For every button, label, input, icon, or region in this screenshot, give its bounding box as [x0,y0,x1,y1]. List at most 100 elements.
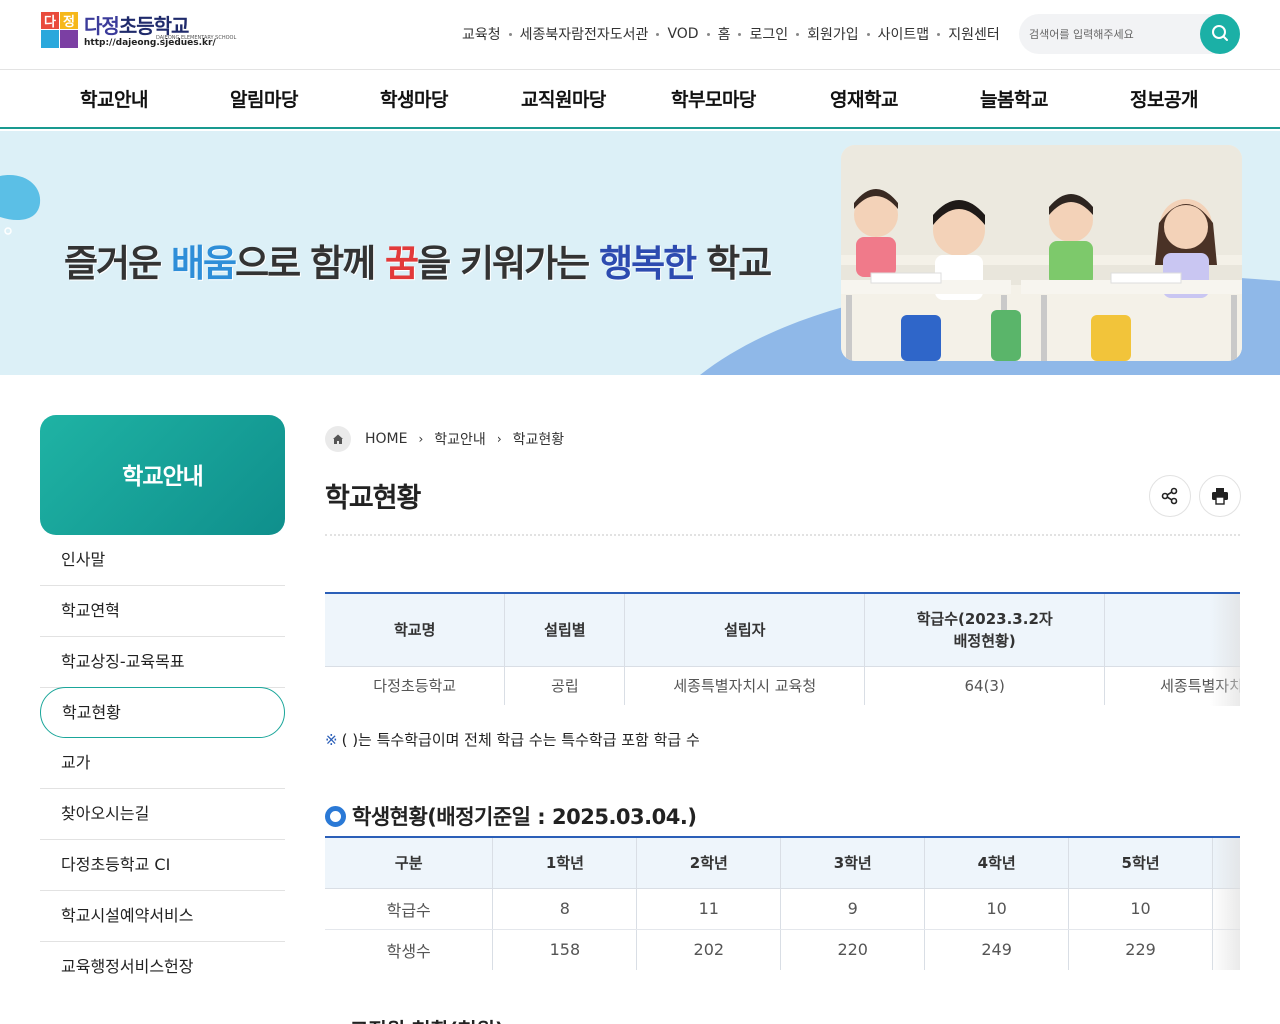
breadcrumb: HOME › 학교안내 › 학교현황 [325,426,564,452]
side-item-school-song[interactable]: 교가 [40,738,285,789]
separator-dot [706,32,710,36]
home-icon[interactable] [325,426,351,452]
utility-menu: 교육청 세종북자람전자도서관 VOD 홈 로그인 회원가입 사이트맵 지원센터 [462,24,1000,44]
title-divider [325,534,1240,536]
table-row: 다정초등학교 공립 세종특별자치시 교육청 64(3) 세종특별자치 [325,666,1240,705]
nav-school-info[interactable]: 학교안내 [80,85,148,112]
table-cell: 229 [1068,929,1214,970]
nav-students[interactable]: 학생마당 [380,85,448,112]
logo-url: http://dajeong.sjedues.kr/ [84,38,216,48]
table-cell: 11 [636,888,782,930]
table-cell: 8 [492,888,638,930]
note-text: ( )는 특수학급이며 전체 학급 수는 특수학급 포함 학급 수 [341,731,700,749]
table-note: ※( )는 특수학급이며 전체 학급 수는 특수학급 포함 학급 수 [325,729,700,750]
util-link-signup[interactable]: 회원가입 [807,24,859,44]
side-nav-list: 인사말 학교연혁 학교상징-교육목표 학교현황 교가 찾아오시는길 다정초등학교… [40,535,285,993]
share-button[interactable] [1149,475,1191,517]
nav-neulbom-school[interactable]: 늘봄학교 [980,85,1048,112]
search-box [1019,14,1240,54]
util-link-office[interactable]: 교육청 [462,24,501,44]
breadcrumb-home[interactable]: HOME [365,431,407,447]
share-icon [1161,487,1178,505]
school-info-table: 학교명 설립별 설립자 학급수(2023.3.2자 배정현황) 다정초등학교 공… [325,592,1240,706]
table-header: 2학년 [636,838,782,889]
table-cell: 158 [492,929,638,970]
school-logo[interactable]: 다 정 다정초등학교 DAJEONG ELEMENTARY SCHOOL htt… [40,10,236,52]
hero-banner: 즐거운 배움으로 함께 꿈을 키워가는 행복한 학교 [0,131,1280,375]
util-link-support[interactable]: 지원센터 [948,24,1000,44]
table-cell: 64(3) [864,666,1106,705]
table-cell: 다정초등학교 [325,666,506,705]
side-item-service-charter[interactable]: 교육행정서비스헌장 [40,942,285,993]
side-nav-title: 학교안내 [122,464,204,490]
table-cell: 202 [636,929,782,970]
table-cell: 220 [780,929,926,970]
hero-slogan: 즐거운 배움으로 함께 꿈을 키워가는 행복한 학교 [64,242,772,285]
print-button[interactable] [1199,475,1241,517]
search-input[interactable] [1029,24,1199,44]
table-cell: 10 [924,888,1070,930]
search-icon [1212,25,1228,41]
svg-text:다: 다 [44,14,56,30]
separator-dot [937,32,941,36]
students-section-title: 학생현황(배정기준일 : 2025.03.04.) [325,803,697,829]
students-table: 구분 1학년 2학년 3학년 4학년 5학년 학급수 8 11 9 10 10 … [325,836,1240,970]
table-cell: 학생수 [325,929,494,970]
table-cell: 세종특별자치시 교육청 [624,666,866,705]
nav-public-info[interactable]: 정보공개 [1130,85,1198,112]
table-header: 3학년 [780,838,926,889]
nav-notices[interactable]: 알림마당 [230,85,298,112]
util-link-ebook-library[interactable]: 세종북자람전자도서관 [520,24,649,44]
separator-dot [866,32,870,36]
table-header: 학교명 [325,594,506,667]
scroll-fade-indicator[interactable] [1210,838,1240,970]
side-item-school-status[interactable]: 학교현황 [40,687,285,738]
util-link-login[interactable]: 로그인 [749,24,788,44]
table-header: 1학년 [492,838,638,889]
table-header: 4학년 [924,838,1070,889]
search-button[interactable] [1200,14,1240,54]
staff-section-title: 교직원 현황(현원) [350,1014,504,1024]
nav-gifted-school[interactable]: 영재학교 [830,85,898,112]
top-bar: 다 정 다정초등학교 DAJEONG ELEMENTARY SCHOOL htt… [0,0,1280,70]
table-cell: 공립 [504,666,626,705]
separator-dot [508,32,512,36]
table-cell: 10 [1068,888,1214,930]
table-cell: 9 [780,888,926,930]
table-cell: 학급수 [325,888,494,930]
separator-dot [656,32,660,36]
side-item-directions[interactable]: 찾아오시는길 [40,789,285,840]
util-link-home[interactable]: 홈 [718,24,731,44]
hero-children-photo [841,145,1242,361]
students-section-title-text: 학생현황(배정기준일 : 2025.03.04.) [352,805,697,829]
scroll-fade-indicator[interactable] [1210,594,1240,706]
table-row: 학생수 158 202 220 249 229 [325,929,1240,970]
section-bullet-icon [325,805,346,827]
side-item-greeting[interactable]: 인사말 [40,535,285,586]
side-item-facility-booking[interactable]: 학교시설예약서비스 [40,891,285,942]
table-header: 설립별 [504,594,626,667]
nav-staff[interactable]: 교직원마당 [521,85,606,112]
breadcrumb-current: 학교현황 [512,432,565,448]
side-item-history[interactable]: 학교연혁 [40,586,285,637]
nav-parents[interactable]: 학부모마당 [671,85,756,112]
separator-dot [738,32,742,36]
util-link-vod[interactable]: VOD [667,26,698,42]
side-item-school-ci[interactable]: 다정초등학교 CI [40,840,285,891]
note-mark: ※ [325,731,338,749]
table-header: 구분 [325,838,494,889]
table-header: 설립자 [624,594,866,667]
page-title: 학교현황 [325,483,421,514]
table-header: 5학년 [1068,838,1214,889]
separator-dot [796,32,800,36]
logo-mark-icon: 다 정 [41,12,78,48]
side-item-symbols-goals[interactable]: 학교상징-교육목표 [40,637,285,688]
table-cell: 249 [924,929,1070,970]
util-link-sitemap[interactable]: 사이트맵 [878,24,930,44]
side-nav-header: 학교안내 [40,415,285,535]
breadcrumb-level1[interactable]: 학교안내 [434,429,486,449]
svg-text:정: 정 [63,14,75,30]
table-header: 학급수(2023.3.2자 배정현황) [864,594,1106,667]
chevron-right-icon: › [418,432,424,446]
print-icon [1212,488,1228,505]
